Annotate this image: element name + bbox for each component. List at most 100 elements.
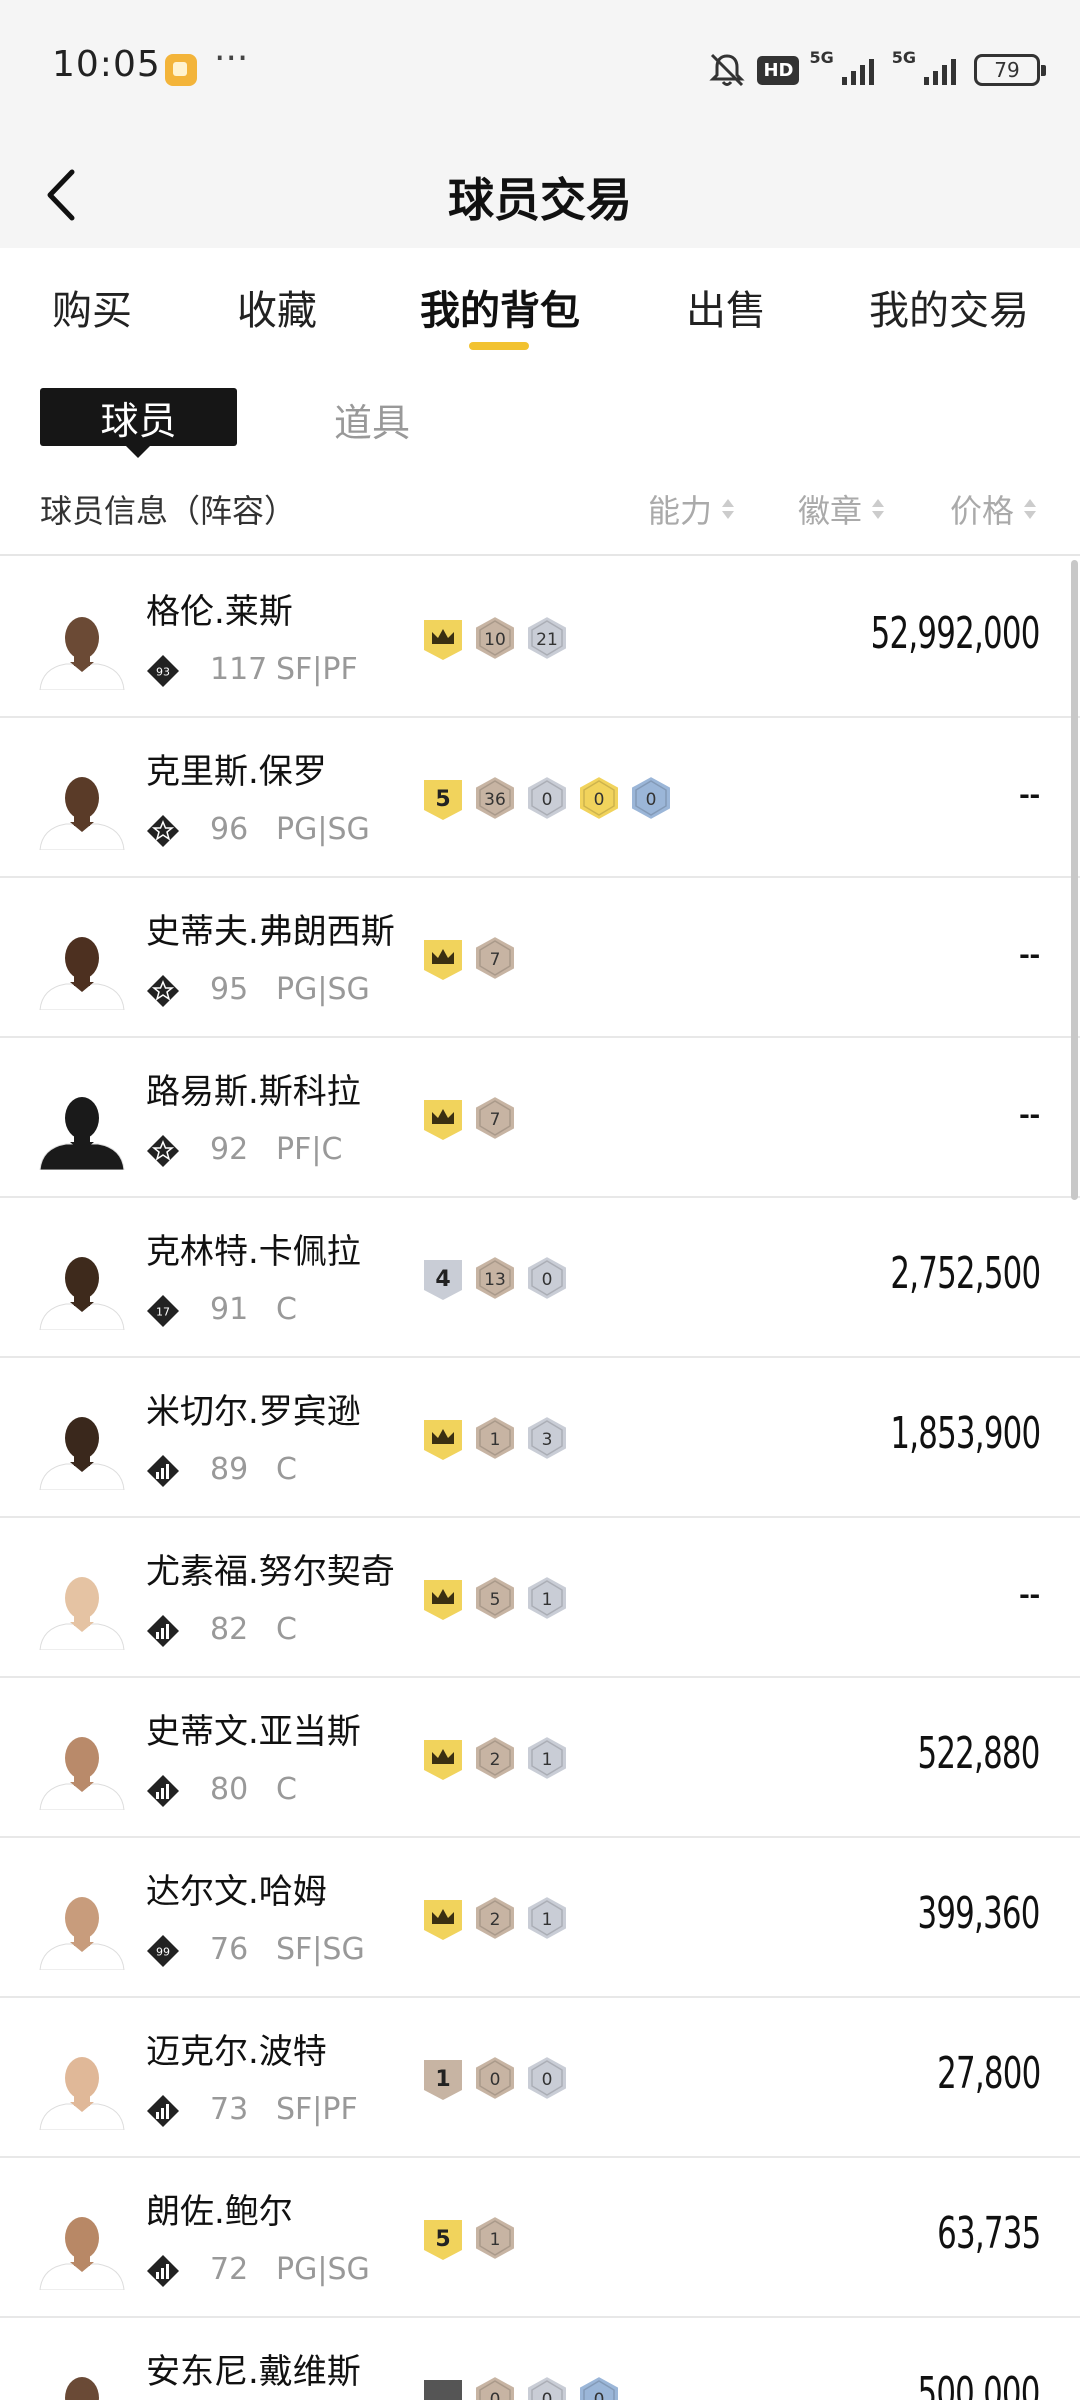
badge-group: 7: [420, 1094, 518, 1142]
player-row[interactable]: 史蒂文.亚当斯 80 C 2 1 522,880: [0, 1678, 1080, 1838]
player-position: C: [276, 1772, 297, 1807]
player-rating: 73: [210, 2092, 249, 2127]
player-row[interactable]: 格伦.莱斯 93 117 SF|PF 10 21 52,992,000: [0, 558, 1080, 718]
hex-badge-icon: 0: [630, 774, 672, 822]
player-position: SF|PF: [276, 652, 358, 687]
hex-badge-icon: 36: [474, 774, 516, 822]
badge-group: 10 21: [420, 614, 570, 662]
tier-badge-icon: 17: [147, 1295, 179, 1327]
badge-count: 10: [484, 630, 506, 650]
sort-price[interactable]: 价格: [950, 486, 1038, 532]
player-name: 路易斯.斯科拉: [146, 1072, 361, 1112]
player-name: 史蒂夫.弗朗西斯: [146, 912, 395, 952]
badge-group: 2 1: [420, 1894, 570, 1942]
badge-count: 5: [435, 787, 450, 812]
player-price: 2,752,500: [889, 1248, 1041, 1299]
hex-badge-icon: 0: [526, 1254, 568, 1302]
badge-count: 2: [490, 1910, 501, 1930]
hex-badge-icon: 1: [474, 1414, 516, 1462]
hex-badge-icon: 10: [474, 614, 516, 662]
badge-count: 0: [542, 1270, 553, 1290]
sort-badges-label: 徽章: [798, 492, 863, 530]
badge-group: 5 1: [420, 1574, 570, 1622]
player-position: PG|SG: [276, 812, 370, 847]
player-row[interactable]: 迈克尔.波特 73 SF|PF 1 0 0 27,800: [0, 1998, 1080, 2158]
player-row[interactable]: 克林特.卡佩拉 17 91 C 4 13 0 2,752,500: [0, 1198, 1080, 1358]
player-row[interactable]: 安东尼.戴维斯 0 0 0 500,000: [0, 2318, 1080, 2400]
player-name: 克里斯.保罗: [146, 752, 327, 792]
player-avatar: [39, 1577, 125, 1650]
tier-label: 17: [156, 1306, 170, 1319]
sort-arrows-icon: [872, 499, 885, 519]
player-row[interactable]: 史蒂夫.弗朗西斯 95 PG|SG 7 --: [0, 878, 1080, 1038]
player-name: 克林特.卡佩拉: [146, 1232, 361, 1272]
badge-count: 13: [484, 1270, 506, 1290]
player-row[interactable]: 克里斯.保罗 96 PG|SG 5 36 0 0 0 --: [0, 718, 1080, 878]
signal-icon: [841, 59, 874, 85]
hex-badge-icon: 5: [474, 1574, 516, 1622]
hex-badge-icon: 0: [474, 2054, 516, 2102]
badge-group: 1 3: [420, 1414, 570, 1462]
badge-group: 0 0 0: [420, 2374, 622, 2400]
crown-badge-icon: [424, 1100, 462, 1140]
tier-badge-icon: [147, 975, 179, 1007]
signal-icon: [924, 59, 956, 85]
player-avatar: [39, 1737, 125, 1810]
player-list: 格伦.莱斯 93 117 SF|PF 10 21 52,992,000 克里斯.保罗…: [0, 558, 1080, 2400]
sort-badges[interactable]: 徽章: [798, 486, 886, 532]
tier-badge-icon: [147, 1135, 179, 1167]
player-name: 格伦.莱斯: [146, 592, 293, 632]
badge-count: 0: [542, 790, 553, 810]
player-rating: 92: [210, 1132, 249, 1167]
level-badge-icon: 4: [424, 1260, 462, 1300]
page-title: 球员交易: [448, 173, 632, 227]
badge-count: 0: [542, 2390, 553, 2400]
badge-count: 5: [490, 1590, 501, 1610]
tab-favorites[interactable]: 收藏: [237, 278, 317, 336]
level-badge-icon: 5: [424, 780, 462, 820]
level-badge-icon: 1: [424, 2060, 462, 2100]
player-row[interactable]: 米切尔.罗宾逊 89 C 1 3 1,853,900: [0, 1358, 1080, 1518]
player-row[interactable]: 朗佐.鲍尔 72 PG|SG 5 1 63,735: [0, 2158, 1080, 2318]
scrollbar[interactable]: [1071, 560, 1078, 1200]
tab-my-backpack[interactable]: 我的背包: [420, 278, 580, 336]
crown-badge-icon: [424, 1580, 462, 1620]
badge-count: 0: [594, 2390, 605, 2400]
badge-count: 36: [484, 790, 506, 810]
network-type-1: 5G: [809, 48, 834, 67]
badge-count: 0: [490, 2070, 501, 2090]
player-avatar: [39, 1097, 125, 1170]
player-avatar: [39, 617, 125, 690]
subtab-items[interactable]: 道具: [334, 392, 410, 447]
player-price: --: [1019, 928, 1040, 979]
sort-arrows-icon: [1024, 499, 1037, 519]
network-type-2: 5G: [891, 48, 916, 67]
player-rating: 117: [210, 652, 268, 687]
sort-ability[interactable]: 能力: [648, 486, 736, 532]
player-row[interactable]: 路易斯.斯科拉 92 PF|C 7 --: [0, 1038, 1080, 1198]
hex-badge-icon: 0: [526, 774, 568, 822]
bell-muted-icon: [709, 53, 746, 87]
tab-sell[interactable]: 出售: [686, 278, 766, 336]
hex-badge-icon: 3: [526, 1414, 568, 1462]
player-rating: 91: [210, 1292, 249, 1327]
sort-arrows-icon: [722, 499, 735, 519]
crown-badge-icon: [424, 940, 462, 980]
crown-badge-icon: [424, 1420, 462, 1460]
badge-count: 1: [490, 2230, 501, 2250]
tier-badge-icon: [147, 2095, 179, 2127]
player-name: 尤素福.努尔契奇: [146, 1552, 395, 1592]
tier-badge-icon: 93: [147, 655, 179, 687]
badge-count: 2: [490, 1750, 501, 1770]
tab-buy[interactable]: 购买: [52, 278, 132, 336]
player-row[interactable]: 尤素福.努尔契奇 82 C 5 1 --: [0, 1518, 1080, 1678]
tier-badge-icon: [147, 1615, 179, 1647]
player-position: PG|SG: [276, 972, 370, 1007]
tab-my-trades[interactable]: 我的交易: [869, 278, 1029, 336]
player-rating: 72: [210, 2252, 249, 2287]
player-row[interactable]: 达尔文.哈姆 99 76 SF|SG 2 1 399,360: [0, 1838, 1080, 1998]
hex-badge-icon: 1: [474, 2214, 516, 2262]
player-position: PG|SG: [276, 2252, 370, 2287]
player-avatar: [39, 1417, 125, 1490]
subtab-players[interactable]: 球员: [40, 388, 237, 458]
